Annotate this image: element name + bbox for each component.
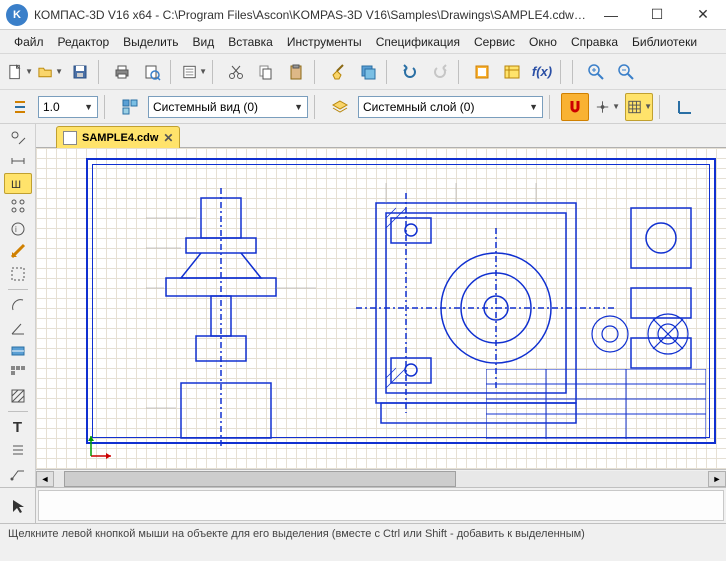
- open-button[interactable]: ▼: [36, 58, 64, 86]
- edit-tool[interactable]: [4, 196, 32, 217]
- scroll-right-button[interactable]: ►: [708, 471, 726, 487]
- view-toolbar: 1.0 ▼ Системный вид (0) ▼ Системный слой…: [0, 90, 726, 124]
- views-manager-button[interactable]: [116, 93, 144, 121]
- view-label: Системный вид (0): [153, 100, 258, 114]
- zoom-value: 1.0: [43, 100, 60, 114]
- print-preview-button[interactable]: [138, 58, 166, 86]
- drawing-canvas[interactable]: [36, 148, 726, 469]
- text-tool[interactable]: T: [4, 417, 32, 438]
- menu-select[interactable]: Выделить: [117, 33, 184, 51]
- document-area: SAMPLE4.cdw ✕: [36, 124, 726, 487]
- svg-text:i: i: [15, 225, 17, 234]
- undo-button[interactable]: [396, 58, 424, 86]
- variables-button[interactable]: [498, 58, 526, 86]
- parameters-tool[interactable]: i: [4, 219, 32, 240]
- horizontal-scrollbar[interactable]: ◄ ►: [36, 469, 726, 487]
- scroll-left-button[interactable]: ◄: [36, 471, 54, 487]
- geometry-tool[interactable]: [4, 128, 32, 149]
- zoom-in-button[interactable]: [582, 58, 610, 86]
- doc-tab[interactable]: SAMPLE4.cdw ✕: [56, 126, 180, 148]
- format-painter-button[interactable]: [324, 58, 352, 86]
- measure-tool[interactable]: [4, 241, 32, 262]
- zoom-combo[interactable]: 1.0 ▼: [38, 96, 98, 118]
- snap-settings-button[interactable]: ▼: [593, 93, 621, 121]
- svg-text:Ш: Ш: [11, 179, 21, 191]
- menu-view[interactable]: Вид: [187, 33, 221, 51]
- dropdown-icon: ▼: [84, 102, 93, 112]
- layers-button[interactable]: [354, 58, 382, 86]
- ortho-button[interactable]: [671, 93, 699, 121]
- statusbar: Щелкните левой кнопкой мыши на объекте д…: [0, 523, 726, 543]
- layer-combo[interactable]: Системный слой (0) ▼: [358, 96, 543, 118]
- dimensions-tool[interactable]: [4, 151, 32, 172]
- redo-button[interactable]: [426, 58, 454, 86]
- menu-window[interactable]: Окно: [523, 33, 563, 51]
- annotations-tool[interactable]: Ш: [4, 173, 32, 194]
- window-title: КОМПАС-3D V16 x64 - C:\Program Files\Asc…: [34, 8, 588, 22]
- doc-tabs: SAMPLE4.cdw ✕: [36, 124, 726, 148]
- hatch-tool[interactable]: [4, 386, 32, 407]
- fx-button[interactable]: f(x): [528, 58, 556, 86]
- menu-tools[interactable]: Инструменты: [281, 33, 368, 51]
- doc-icon: [63, 131, 77, 145]
- left-toolstrip: Ш i T: [0, 124, 36, 487]
- new-doc-button[interactable]: ▼: [6, 58, 34, 86]
- list-tool[interactable]: [4, 440, 32, 461]
- title-block: [486, 369, 706, 439]
- print-button[interactable]: [108, 58, 136, 86]
- state-button[interactable]: [6, 93, 34, 121]
- selection-tool[interactable]: [4, 264, 32, 285]
- scroll-thumb[interactable]: [64, 471, 456, 487]
- copy-button[interactable]: [252, 58, 280, 86]
- menu-file[interactable]: Файл: [8, 33, 50, 51]
- pattern-tool[interactable]: [4, 363, 32, 384]
- menu-insert[interactable]: Вставка: [222, 33, 279, 51]
- titlebar: K КОМПАС-3D V16 x64 - C:\Program Files\A…: [0, 0, 726, 30]
- grid-button[interactable]: ▼: [625, 93, 653, 121]
- cut-button[interactable]: [222, 58, 250, 86]
- paste-button[interactable]: [282, 58, 310, 86]
- minimize-button[interactable]: —: [588, 0, 634, 30]
- property-content[interactable]: [38, 490, 724, 521]
- maximize-button[interactable]: ☐: [634, 0, 680, 30]
- arc-tool[interactable]: [4, 295, 32, 316]
- panel-pointer-tool[interactable]: [4, 492, 32, 520]
- menu-service[interactable]: Сервис: [468, 33, 521, 51]
- close-button[interactable]: ✕: [680, 0, 726, 30]
- table-tool[interactable]: [4, 340, 32, 361]
- dropdown-icon: ▼: [294, 102, 303, 112]
- leader-tool[interactable]: [4, 462, 32, 483]
- menu-spec[interactable]: Спецификация: [370, 33, 466, 51]
- app-icon: K: [6, 4, 28, 26]
- doc-tab-label: SAMPLE4.cdw: [82, 132, 158, 144]
- menu-editor[interactable]: Редактор: [52, 33, 116, 51]
- property-panel: [0, 487, 726, 523]
- origin-marker: [86, 431, 116, 461]
- angle-tool[interactable]: [4, 318, 32, 339]
- menubar: Файл Редактор Выделить Вид Вставка Инстр…: [0, 30, 726, 54]
- status-text: Щелкните левой кнопкой мыши на объекте д…: [8, 528, 585, 540]
- properties-button[interactable]: ▼: [180, 58, 208, 86]
- snap-button[interactable]: [561, 93, 589, 121]
- main-toolbar: ▼ ▼ ▼ f(x): [0, 54, 726, 90]
- dropdown-icon: ▼: [529, 102, 538, 112]
- tab-close-button[interactable]: ✕: [163, 131, 173, 145]
- menu-help[interactable]: Справка: [565, 33, 624, 51]
- save-button[interactable]: [66, 58, 94, 86]
- library-button[interactable]: [468, 58, 496, 86]
- menu-libraries[interactable]: Библиотеки: [626, 33, 703, 51]
- layer-manager-button[interactable]: [326, 93, 354, 121]
- main-area: Ш i T SAMPLE4.cdw ✕: [0, 124, 726, 487]
- zoom-out-button[interactable]: [612, 58, 640, 86]
- view-combo[interactable]: Системный вид (0) ▼: [148, 96, 308, 118]
- layer-label: Системный слой (0): [363, 100, 474, 114]
